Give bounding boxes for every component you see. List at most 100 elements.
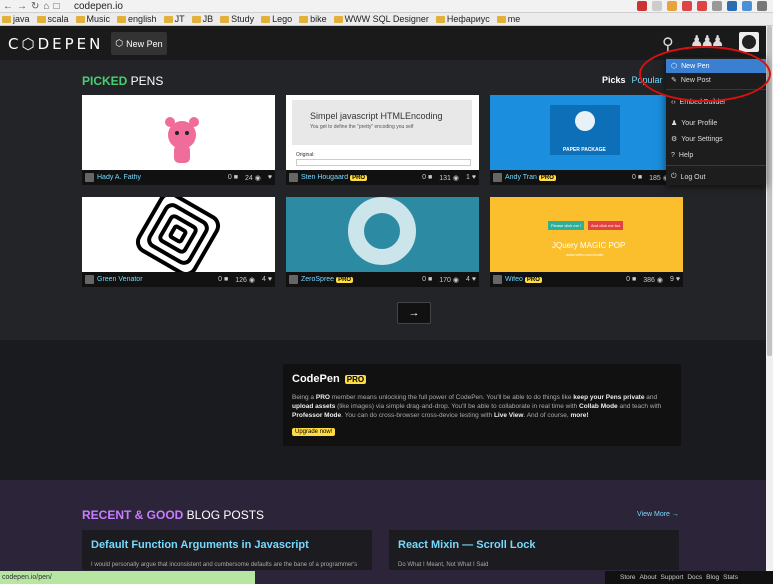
pen-card[interactable]: PAPER PACKAGEAndy TranPRO0 ■185 ◉ ♥	[490, 95, 683, 185]
stat-item[interactable]: 9 ♥	[670, 276, 680, 284]
dropdown-item[interactable]: ♟ Your Profile	[666, 116, 766, 130]
extension-icon[interactable]	[727, 1, 737, 11]
stat-item[interactable]: 126 ◉	[235, 276, 255, 284]
bookmark-item[interactable]: WWW SQL Designer	[333, 14, 429, 24]
author-name[interactable]: Hady A. Fathy	[97, 174, 228, 181]
pen-card[interactable]: ZeroSpree PRO 0 ■ 170 ◉ 4 ♥	[286, 197, 479, 287]
pen-thumbnail[interactable]: Please click me ! And click me too JQuery …	[490, 197, 683, 272]
dropdown-item[interactable]: ? Help	[666, 148, 766, 162]
bookmark-item[interactable]: Lego	[261, 14, 292, 24]
bookmark-item[interactable]: java	[2, 14, 30, 24]
pen-thumbnail[interactable]: Simpel javascript HTMLEncoding You get to…	[286, 95, 479, 170]
home-icon[interactable]: ⌂	[43, 1, 49, 12]
user-avatar[interactable]	[739, 32, 759, 52]
stat-item[interactable]: 4 ♥	[262, 276, 272, 284]
author-name[interactable]: Sten Hougaard PRO	[301, 174, 422, 181]
extension-icon[interactable]	[637, 1, 647, 11]
bookmark-item[interactable]: Study	[220, 14, 254, 24]
folder-icon	[220, 15, 230, 23]
pen-thumbnail[interactable]	[82, 95, 275, 170]
author-avatar[interactable]	[493, 173, 502, 182]
view-more-link[interactable]: View More →	[637, 511, 679, 518]
extension-icon[interactable]	[742, 1, 752, 11]
pro-title: CodePen PRO	[292, 373, 367, 385]
menu-icon[interactable]	[757, 1, 767, 11]
author-name[interactable]: Green Venator	[97, 276, 218, 283]
pen-card[interactable]: Simpel javascript HTMLEncoding You get to…	[286, 95, 479, 185]
bookmark-item[interactable]: english	[117, 14, 157, 24]
folder-icon	[496, 15, 506, 23]
stat-item[interactable]: 131 ◉	[439, 174, 459, 182]
bookmark-item[interactable]: Нефариус	[435, 14, 490, 24]
author-avatar[interactable]	[85, 173, 94, 182]
pen-meta-bar: Hady A. Fathy 0 ■ 24 ◉ ♥	[82, 170, 275, 185]
extension-icon[interactable]	[667, 1, 677, 11]
blog-post-card[interactable]: React Mixin — Scroll Lock Do What I Mean…	[389, 530, 679, 570]
footer-link[interactable]: Blog	[706, 574, 719, 581]
stat-item[interactable]: 0 ■	[218, 276, 228, 284]
help-icon: ?	[671, 151, 675, 159]
stat-item[interactable]: 386 ◉	[643, 276, 663, 284]
footer-link[interactable]: About	[640, 574, 657, 581]
dropdown-item-label: Help	[678, 151, 694, 159]
upgrade-button[interactable]: Upgrade now!	[292, 428, 336, 436]
author-name[interactable]: Andy Tran PRO	[505, 174, 632, 181]
author-name[interactable]: ZeroSpree PRO	[301, 276, 422, 283]
forward-icon[interactable]: →	[17, 1, 27, 12]
stat-item[interactable]: 0 ■	[228, 174, 238, 182]
bookmark-item[interactable]: JT	[163, 14, 185, 24]
blog-post-card[interactable]: Default Function Arguments in Javascript…	[82, 530, 372, 570]
stat-item[interactable]: 0 ■	[632, 174, 642, 182]
bookmark-item[interactable]: bike	[299, 14, 327, 24]
address-bar[interactable]: codepen.io	[74, 0, 123, 13]
pen-card[interactable]: Hady A. Fathy 0 ■ 24 ◉ ♥	[82, 95, 275, 185]
author-name[interactable]: Wifeo PRO	[505, 276, 626, 283]
star-icon[interactable]	[652, 1, 662, 11]
blog-post-title[interactable]: React Mixin — Scroll Lock	[398, 539, 536, 551]
stat-item[interactable]: 4 ♥	[466, 276, 476, 284]
footer-link[interactable]: Support	[661, 574, 684, 581]
footer-link[interactable]: Store	[620, 574, 636, 581]
blog-post-title[interactable]: Default Function Arguments in Javascript	[91, 539, 309, 551]
bookmark-item[interactable]: JB	[191, 14, 213, 24]
author-avatar[interactable]	[493, 275, 502, 284]
footer-link[interactable]: Stats	[723, 574, 738, 581]
author-avatar[interactable]	[85, 275, 94, 284]
stat-item[interactable]: 0 ■	[626, 276, 636, 284]
folder-icon	[117, 15, 127, 23]
views-icon: ◉	[254, 174, 261, 182]
stat-item[interactable]: 0 ■	[422, 174, 432, 182]
new-pen-button[interactable]: ⬡ New Pen	[111, 32, 167, 55]
stat-item[interactable]: 170 ◉	[439, 276, 459, 284]
browser-status-bar: codepen.io/pen/	[0, 571, 255, 584]
bookmark-item[interactable]: scala	[36, 14, 69, 24]
codepen-logo[interactable]: C⬡DEPEN	[8, 35, 103, 53]
dropdown-divider	[666, 165, 766, 166]
pen-card[interactable]: Please click me ! And click me too JQuery …	[490, 197, 683, 287]
folder-icon	[36, 15, 46, 23]
pen-thumbnail[interactable]: PAPER PACKAGE	[490, 95, 683, 170]
stat-item[interactable]: ♥	[268, 174, 272, 182]
dropdown-item[interactable]: ⏻ Log Out	[666, 170, 766, 184]
bookmark-item[interactable]: me	[496, 14, 520, 24]
stat-item[interactable]: 0 ■	[422, 276, 432, 284]
back-icon[interactable]: ←	[3, 1, 13, 12]
extension-icon[interactable]	[682, 1, 692, 11]
bookmark-item[interactable]: Music	[75, 14, 110, 24]
dropdown-item[interactable]: ⚙ Your Settings	[666, 132, 766, 146]
author-avatar[interactable]	[289, 275, 298, 284]
gmail-icon[interactable]	[697, 1, 707, 11]
pen-card[interactable]: Green Venator 0 ■ 126 ◉ 4 ♥	[82, 197, 275, 287]
stat-item[interactable]: 24 ◉	[245, 174, 261, 182]
reload-icon[interactable]: ↻	[31, 1, 39, 12]
page-icon: □	[53, 1, 60, 12]
stat-item[interactable]: 1 ♥	[466, 174, 476, 182]
author-avatar[interactable]	[289, 173, 298, 182]
pen-thumbnail[interactable]	[286, 197, 479, 272]
pen-thumbnail[interactable]	[82, 197, 275, 272]
footer-link[interactable]: Docs	[687, 574, 702, 581]
folder-icon	[333, 15, 343, 23]
extension-icon[interactable]	[712, 1, 722, 11]
next-page-button[interactable]: →	[397, 302, 431, 324]
tab-picks[interactable]: Picks	[602, 75, 626, 85]
